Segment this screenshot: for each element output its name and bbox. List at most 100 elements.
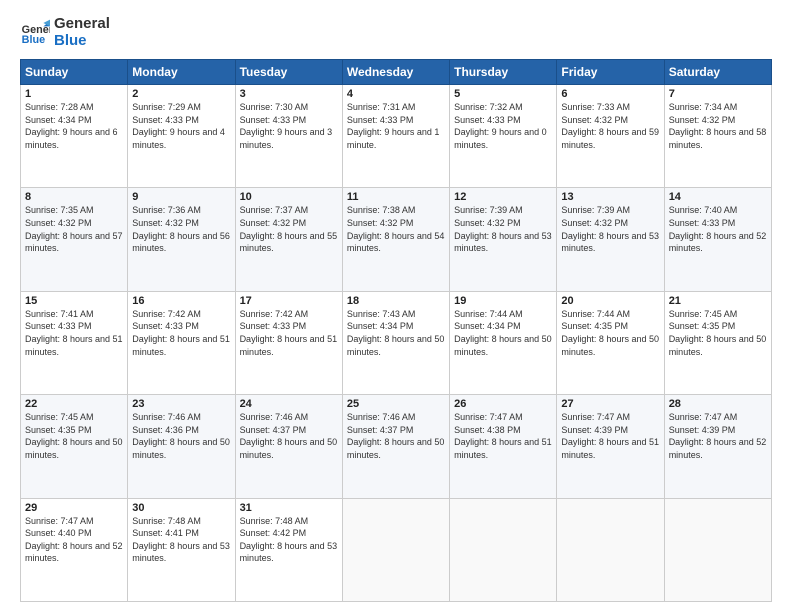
calendar-week-row: 8Sunrise: 7:35 AMSunset: 4:32 PMDaylight…: [21, 188, 772, 291]
day-info: Sunrise: 7:46 AMSunset: 4:37 PMDaylight:…: [347, 411, 445, 461]
day-number: 16: [132, 295, 230, 307]
calendar-cell: 31Sunrise: 7:48 AMSunset: 4:42 PMDayligh…: [235, 498, 342, 601]
day-info: Sunrise: 7:37 AMSunset: 4:32 PMDaylight:…: [240, 204, 338, 254]
calendar-cell: [450, 498, 557, 601]
day-number: 30: [132, 502, 230, 514]
calendar-cell: 6Sunrise: 7:33 AMSunset: 4:32 PMDaylight…: [557, 85, 664, 188]
calendar-cell: [557, 498, 664, 601]
logo-icon: General Blue: [20, 18, 50, 48]
day-info: Sunrise: 7:34 AMSunset: 4:32 PMDaylight:…: [669, 101, 767, 151]
calendar-cell: 11Sunrise: 7:38 AMSunset: 4:32 PMDayligh…: [342, 188, 449, 291]
calendar-weekday-sunday: Sunday: [21, 60, 128, 85]
calendar-cell: 16Sunrise: 7:42 AMSunset: 4:33 PMDayligh…: [128, 291, 235, 394]
calendar-table: SundayMondayTuesdayWednesdayThursdayFrid…: [20, 59, 772, 602]
calendar-cell: 2Sunrise: 7:29 AMSunset: 4:33 PMDaylight…: [128, 85, 235, 188]
calendar-cell: 14Sunrise: 7:40 AMSunset: 4:33 PMDayligh…: [664, 188, 771, 291]
day-info: Sunrise: 7:33 AMSunset: 4:32 PMDaylight:…: [561, 101, 659, 151]
calendar-cell: 21Sunrise: 7:45 AMSunset: 4:35 PMDayligh…: [664, 291, 771, 394]
page: General Blue General Blue SundayMondayTu…: [0, 0, 792, 612]
calendar-weekday-tuesday: Tuesday: [235, 60, 342, 85]
day-info: Sunrise: 7:28 AMSunset: 4:34 PMDaylight:…: [25, 101, 123, 151]
day-number: 22: [25, 398, 123, 410]
calendar-week-row: 29Sunrise: 7:47 AMSunset: 4:40 PMDayligh…: [21, 498, 772, 601]
day-number: 7: [669, 88, 767, 100]
logo: General Blue General Blue: [20, 16, 110, 49]
day-number: 25: [347, 398, 445, 410]
day-number: 13: [561, 191, 659, 203]
calendar-cell: 13Sunrise: 7:39 AMSunset: 4:32 PMDayligh…: [557, 188, 664, 291]
calendar-cell: 23Sunrise: 7:46 AMSunset: 4:36 PMDayligh…: [128, 395, 235, 498]
day-info: Sunrise: 7:40 AMSunset: 4:33 PMDaylight:…: [669, 204, 767, 254]
day-info: Sunrise: 7:44 AMSunset: 4:34 PMDaylight:…: [454, 308, 552, 358]
calendar-cell: 30Sunrise: 7:48 AMSunset: 4:41 PMDayligh…: [128, 498, 235, 601]
day-number: 9: [132, 191, 230, 203]
day-info: Sunrise: 7:39 AMSunset: 4:32 PMDaylight:…: [561, 204, 659, 254]
calendar-week-row: 22Sunrise: 7:45 AMSunset: 4:35 PMDayligh…: [21, 395, 772, 498]
day-number: 29: [25, 502, 123, 514]
day-info: Sunrise: 7:42 AMSunset: 4:33 PMDaylight:…: [132, 308, 230, 358]
day-number: 3: [240, 88, 338, 100]
day-number: 5: [454, 88, 552, 100]
calendar-cell: 18Sunrise: 7:43 AMSunset: 4:34 PMDayligh…: [342, 291, 449, 394]
calendar-cell: 15Sunrise: 7:41 AMSunset: 4:33 PMDayligh…: [21, 291, 128, 394]
calendar-week-row: 15Sunrise: 7:41 AMSunset: 4:33 PMDayligh…: [21, 291, 772, 394]
calendar-cell: 29Sunrise: 7:47 AMSunset: 4:40 PMDayligh…: [21, 498, 128, 601]
calendar-cell: 22Sunrise: 7:45 AMSunset: 4:35 PMDayligh…: [21, 395, 128, 498]
day-number: 15: [25, 295, 123, 307]
calendar-week-row: 1Sunrise: 7:28 AMSunset: 4:34 PMDaylight…: [21, 85, 772, 188]
day-info: Sunrise: 7:45 AMSunset: 4:35 PMDaylight:…: [25, 411, 123, 461]
calendar-weekday-thursday: Thursday: [450, 60, 557, 85]
calendar-cell: 28Sunrise: 7:47 AMSunset: 4:39 PMDayligh…: [664, 395, 771, 498]
day-number: 1: [25, 88, 123, 100]
day-number: 26: [454, 398, 552, 410]
day-number: 8: [25, 191, 123, 203]
svg-text:Blue: Blue: [22, 34, 45, 46]
calendar-cell: 26Sunrise: 7:47 AMSunset: 4:38 PMDayligh…: [450, 395, 557, 498]
day-number: 21: [669, 295, 767, 307]
logo-text-blue: Blue: [54, 33, 110, 50]
day-info: Sunrise: 7:44 AMSunset: 4:35 PMDaylight:…: [561, 308, 659, 358]
calendar-weekday-friday: Friday: [557, 60, 664, 85]
calendar-cell: 5Sunrise: 7:32 AMSunset: 4:33 PMDaylight…: [450, 85, 557, 188]
day-number: 28: [669, 398, 767, 410]
logo-text-general: General: [54, 16, 110, 33]
day-number: 31: [240, 502, 338, 514]
day-number: 10: [240, 191, 338, 203]
calendar-cell: 17Sunrise: 7:42 AMSunset: 4:33 PMDayligh…: [235, 291, 342, 394]
day-number: 18: [347, 295, 445, 307]
day-number: 24: [240, 398, 338, 410]
calendar-cell: 12Sunrise: 7:39 AMSunset: 4:32 PMDayligh…: [450, 188, 557, 291]
day-info: Sunrise: 7:32 AMSunset: 4:33 PMDaylight:…: [454, 101, 552, 151]
day-info: Sunrise: 7:43 AMSunset: 4:34 PMDaylight:…: [347, 308, 445, 358]
day-number: 20: [561, 295, 659, 307]
day-info: Sunrise: 7:38 AMSunset: 4:32 PMDaylight:…: [347, 204, 445, 254]
calendar-cell: 10Sunrise: 7:37 AMSunset: 4:32 PMDayligh…: [235, 188, 342, 291]
calendar-cell: 25Sunrise: 7:46 AMSunset: 4:37 PMDayligh…: [342, 395, 449, 498]
day-number: 12: [454, 191, 552, 203]
day-info: Sunrise: 7:48 AMSunset: 4:42 PMDaylight:…: [240, 515, 338, 565]
day-number: 14: [669, 191, 767, 203]
day-info: Sunrise: 7:47 AMSunset: 4:38 PMDaylight:…: [454, 411, 552, 461]
calendar-weekday-saturday: Saturday: [664, 60, 771, 85]
calendar-cell: 8Sunrise: 7:35 AMSunset: 4:32 PMDaylight…: [21, 188, 128, 291]
calendar-cell: 3Sunrise: 7:30 AMSunset: 4:33 PMDaylight…: [235, 85, 342, 188]
day-number: 27: [561, 398, 659, 410]
day-info: Sunrise: 7:31 AMSunset: 4:33 PMDaylight:…: [347, 101, 445, 151]
calendar-cell: [342, 498, 449, 601]
day-info: Sunrise: 7:36 AMSunset: 4:32 PMDaylight:…: [132, 204, 230, 254]
calendar-cell: 9Sunrise: 7:36 AMSunset: 4:32 PMDaylight…: [128, 188, 235, 291]
calendar-cell: 4Sunrise: 7:31 AMSunset: 4:33 PMDaylight…: [342, 85, 449, 188]
day-info: Sunrise: 7:39 AMSunset: 4:32 PMDaylight:…: [454, 204, 552, 254]
calendar-weekday-wednesday: Wednesday: [342, 60, 449, 85]
day-number: 19: [454, 295, 552, 307]
calendar-cell: 20Sunrise: 7:44 AMSunset: 4:35 PMDayligh…: [557, 291, 664, 394]
day-info: Sunrise: 7:30 AMSunset: 4:33 PMDaylight:…: [240, 101, 338, 151]
calendar-cell: 27Sunrise: 7:47 AMSunset: 4:39 PMDayligh…: [557, 395, 664, 498]
day-number: 11: [347, 191, 445, 203]
day-info: Sunrise: 7:48 AMSunset: 4:41 PMDaylight:…: [132, 515, 230, 565]
calendar-weekday-monday: Monday: [128, 60, 235, 85]
day-info: Sunrise: 7:47 AMSunset: 4:39 PMDaylight:…: [669, 411, 767, 461]
header: General Blue General Blue: [20, 16, 772, 49]
day-info: Sunrise: 7:35 AMSunset: 4:32 PMDaylight:…: [25, 204, 123, 254]
calendar-cell: [664, 498, 771, 601]
